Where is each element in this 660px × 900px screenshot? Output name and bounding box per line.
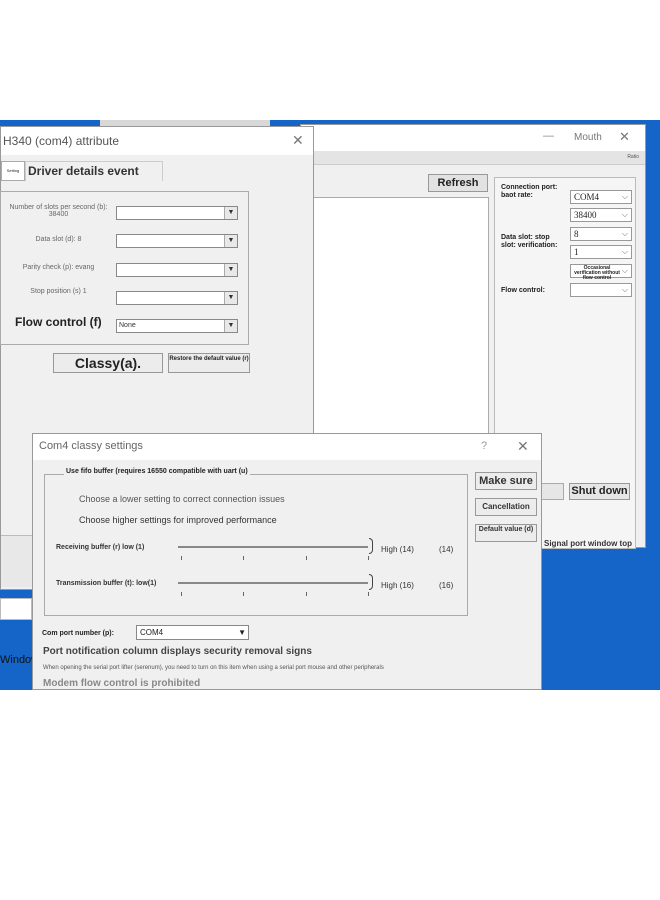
baud-rate-label: Number of slots per second (b): 38400 (9, 204, 108, 218)
receive-buffer-slider[interactable] (178, 546, 368, 548)
ok-button[interactable]: Make sure (475, 472, 537, 490)
flow-control-select[interactable]: ⌵ (570, 283, 632, 297)
window-title: H340 (com4) attribute (3, 134, 120, 148)
verification-value: Occasional verification without flow con… (574, 265, 620, 281)
port-select[interactable]: COM4 ⌵ (570, 190, 632, 204)
transmit-high-label: High (16) (381, 581, 414, 590)
dialog-title: Com4 classy settings (39, 440, 143, 452)
chevron-down-icon: ⌵ (621, 247, 628, 256)
shutdown-button[interactable]: Shut down (569, 483, 630, 500)
transmit-slider-thumb[interactable] (369, 574, 373, 590)
menu-item[interactable]: Ratio (627, 154, 639, 160)
attribute-footer (1, 535, 33, 587)
dropdown-arrow-icon: ▼ (238, 628, 246, 637)
refresh-button[interactable]: Refresh (428, 174, 488, 192)
data-slot-label: Data slot: stop slot: verification: (501, 234, 558, 249)
transmit-buffer-slider[interactable] (178, 582, 368, 584)
slider-tick (243, 592, 244, 596)
hint-higher-setting: Choose higher settings for improved perf… (79, 515, 277, 525)
slider-tick (181, 592, 182, 596)
baud-rate-select[interactable]: ▼ (116, 206, 238, 220)
cancel-button[interactable]: Cancellation (475, 498, 537, 516)
verification-select[interactable]: Occasional verification without flow con… (570, 264, 632, 281)
receive-value: (14) (439, 545, 454, 554)
partial-button[interactable] (541, 483, 564, 500)
chevron-down-icon: ⌵ (621, 266, 628, 275)
connection-port-label: Connection port: baot rate: (501, 184, 558, 199)
attribute-titlebar: H340 (com4) attribute ✕ (1, 127, 313, 155)
receive-slider-thumb[interactable] (369, 538, 373, 554)
minimize-button[interactable]: — (543, 130, 554, 142)
slider-tick (306, 556, 307, 560)
slider-tick (368, 592, 369, 596)
window-title: Mouth (574, 132, 602, 143)
stop-bits-select[interactable]: ▼ (116, 291, 238, 305)
parity-label: Parity check (p): evang (22, 264, 95, 271)
dropdown-arrow-icon: ▼ (224, 320, 237, 332)
port-settings-group: Number of slots per second (b): 38400 ▼ … (0, 191, 249, 345)
fifo-checkbox-label[interactable]: Use fifo buffer (requires 16550 compatib… (64, 468, 250, 475)
receive-high-label: High (14) (381, 545, 414, 554)
menu-bar: Ratio (301, 151, 645, 165)
background-input (0, 598, 32, 620)
dropdown-arrow-icon: ▼ (224, 235, 237, 247)
serial-tool-titlebar: — Mouth ✕ (301, 125, 645, 151)
default-value-button[interactable]: Default value (d) (475, 524, 537, 542)
dialog-titlebar: Com4 classy settings ? ✕ (33, 434, 541, 460)
chevron-down-icon: ⌵ (621, 285, 628, 294)
slider-tick (306, 592, 307, 596)
baud-value: 38400 (574, 210, 597, 220)
stop-bits-value: 1 (574, 247, 579, 257)
transmit-buffer-label: Transmission buffer (t): low(1) (56, 580, 157, 587)
close-button[interactable]: ✕ (517, 438, 529, 455)
advanced-button[interactable]: Classy(a). (53, 353, 163, 373)
receive-buffer-label: Receiving buffer (r) low (1) (56, 544, 145, 551)
hint-lower-setting: Choose a lower setting to correct connec… (79, 494, 285, 504)
dropdown-arrow-icon: ▼ (224, 292, 237, 304)
data-bits-select[interactable]: 8 ⌵ (570, 227, 632, 241)
help-button[interactable]: ? (481, 440, 487, 452)
tab-driver-details[interactable]: Driver details event (25, 161, 163, 181)
com-port-number-value: COM4 (140, 628, 164, 637)
flow-control-value: None (119, 322, 136, 329)
slider-tick (368, 556, 369, 560)
close-button[interactable]: ✕ (619, 129, 630, 145)
tab-setting[interactable]: Setting (1, 161, 25, 181)
com-port-number-select[interactable]: COM4 ▼ (136, 625, 249, 640)
flow-control-label: Flow control: (501, 287, 545, 294)
data-bits-value: 8 (574, 229, 579, 239)
stop-bits-label: Stop position (s) 1 (30, 288, 87, 295)
dropdown-arrow-icon: ▼ (224, 264, 237, 276)
slider-tick (243, 556, 244, 560)
chevron-down-icon: ⌵ (621, 210, 628, 219)
close-button[interactable]: ✕ (292, 132, 304, 149)
transmit-value: (16) (439, 581, 454, 590)
port-value: COM4 (574, 192, 600, 202)
modem-flow-control-label[interactable]: Modem flow control is prohibited (43, 678, 200, 689)
chevron-down-icon: ⌵ (621, 192, 628, 201)
flow-control-label: Flow control (f) (15, 315, 102, 329)
data-bits-select[interactable]: ▼ (116, 234, 238, 248)
notification-checkbox-label[interactable]: Port notification column displays securi… (43, 646, 312, 657)
window-top-checkbox-label[interactable]: Signal port window top (544, 539, 632, 548)
data-bits-label: Data slot (d): 8 (35, 236, 82, 243)
chevron-down-icon: ⌵ (621, 229, 628, 238)
com-port-number-label: Com port number (p): (42, 630, 114, 637)
baud-select[interactable]: 38400 ⌵ (570, 208, 632, 222)
dropdown-arrow-icon: ▼ (224, 207, 237, 219)
stop-bits-select[interactable]: 1 ⌵ (570, 245, 632, 259)
parity-select[interactable]: ▼ (116, 263, 238, 277)
flow-control-select[interactable]: None ▼ (116, 319, 238, 333)
advanced-settings-dialog: Com4 classy settings ? ✕ Use fifo buffer… (32, 433, 542, 690)
restore-defaults-button[interactable]: Restore the default value (r) (168, 353, 250, 373)
notification-description: When opening the serial port lifter (ser… (43, 665, 384, 671)
slider-tick (181, 556, 182, 560)
